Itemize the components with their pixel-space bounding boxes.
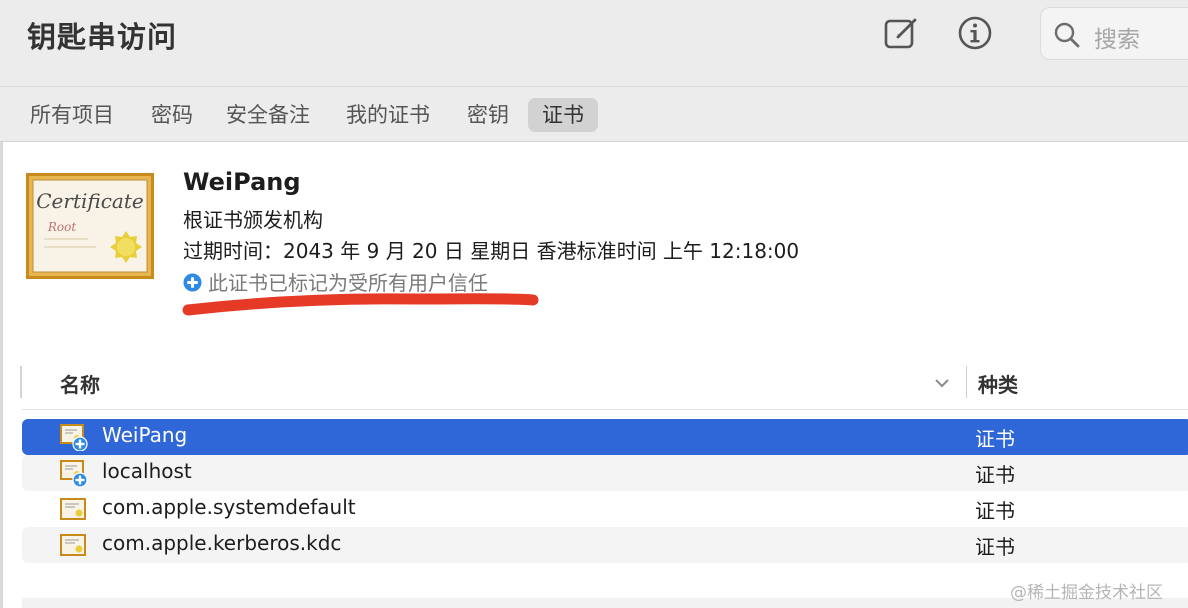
tab-my-certificates[interactable]: 我的证书 xyxy=(340,98,436,132)
certificate-icon xyxy=(60,534,86,556)
table-row[interactable]: WeiPang 证书 xyxy=(22,419,1188,455)
certificate-image-text: Certificate xyxy=(36,189,143,213)
certificate-icon xyxy=(60,460,88,487)
tab-certificates[interactable]: 证书 xyxy=(528,98,598,132)
column-divider-left xyxy=(20,366,22,398)
certificate-icon xyxy=(60,498,86,520)
chevron-down-icon[interactable] xyxy=(933,376,951,390)
tab-secure-notes[interactable]: 安全备注 xyxy=(220,98,316,132)
column-header-kind[interactable]: 种类 xyxy=(978,369,1018,398)
table-row[interactable]: com.apple.kerberos.kdc 证书 xyxy=(22,527,1188,563)
app-title: 钥匙串访问 xyxy=(27,20,178,54)
certificate-icon xyxy=(60,424,88,451)
certificate-name: WeiPang xyxy=(183,168,301,196)
table-row[interactable]: com.apple.systemdefault 证书 xyxy=(22,491,1188,527)
row-kind: 证书 xyxy=(975,463,1015,487)
watermark: @稀土掘金技术社区 xyxy=(1010,583,1163,603)
title-bar: 钥匙串访问 搜索 xyxy=(0,0,1188,86)
row-kind: 证书 xyxy=(975,535,1015,559)
tab-all-items[interactable]: 所有项目 xyxy=(24,98,120,132)
tab-keys[interactable]: 密钥 xyxy=(461,98,515,132)
column-divider[interactable] xyxy=(966,366,967,398)
column-header-name[interactable]: 名称 xyxy=(60,369,100,398)
certificate-image: Certificate Root xyxy=(26,173,154,279)
row-name: com.apple.kerberos.kdc xyxy=(102,531,342,555)
certificate-image-subtext: Root xyxy=(47,220,76,234)
table-header-divider xyxy=(22,409,1188,410)
search-placeholder: 搜索 xyxy=(1094,27,1140,53)
tab-passwords[interactable]: 密码 xyxy=(145,98,199,132)
certificate-expiry: 过期时间：2043 年 9 月 20 日 星期日 香港标准时间 上午 12:18… xyxy=(183,239,800,263)
row-name: WeiPang xyxy=(102,423,188,447)
info-icon[interactable] xyxy=(956,14,994,52)
row-name: localhost xyxy=(102,459,192,483)
row-name: com.apple.systemdefault xyxy=(102,495,356,519)
row-kind: 证书 xyxy=(975,499,1015,523)
row-kind: 证书 xyxy=(975,427,1015,451)
certificate-type: 根证书颁发机构 xyxy=(183,208,323,232)
table-row[interactable]: localhost 证书 xyxy=(22,455,1188,491)
search-icon xyxy=(1054,22,1080,48)
red-underline-annotation xyxy=(182,293,539,316)
new-item-icon[interactable] xyxy=(882,14,920,52)
search-field[interactable]: 搜索 xyxy=(1040,7,1188,60)
category-tabs: 所有项目 密码 安全备注 我的证书 密钥 证书 xyxy=(0,86,1188,142)
